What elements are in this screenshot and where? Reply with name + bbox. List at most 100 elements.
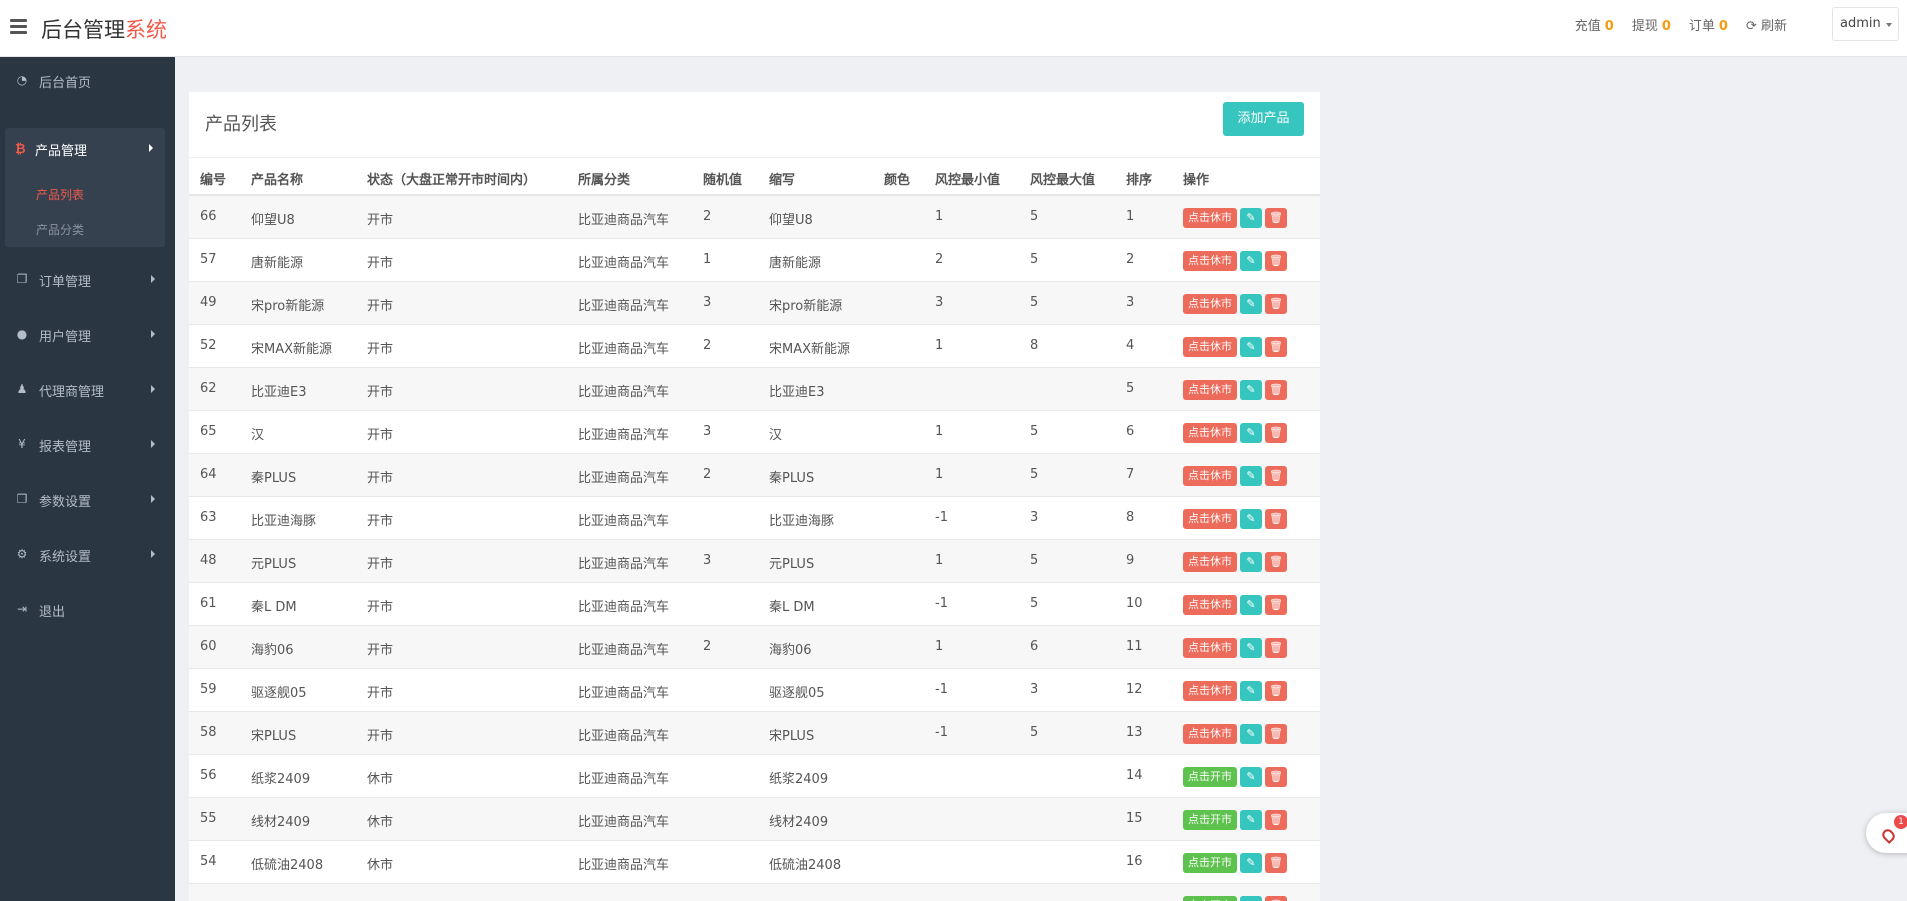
sidebar-subitem-product-category[interactable]: 产品分类 [36,221,84,238]
delete-icon[interactable]: 🗑 [1265,681,1287,701]
delete-icon[interactable]: 🗑 [1265,853,1287,873]
topnav-orders[interactable]: 订单 0 [1689,15,1728,34]
edit-icon[interactable]: ✎ [1240,810,1262,830]
cell-sort: 3 [1126,295,1135,310]
delete-icon[interactable]: 🗑 [1265,423,1287,443]
edit-icon[interactable]: ✎ [1240,896,1262,901]
edit-icon[interactable]: ✎ [1240,724,1262,744]
delete-icon[interactable]: 🗑 [1265,767,1287,787]
cell-abbr: 线材2409 [769,815,829,830]
row-actions: 点击休市 ✎ 🗑 [1183,595,1287,615]
cell-risk-min: -1 [935,682,948,697]
sidebar-item-users[interactable]: ● 用户管理 [0,314,175,354]
sidebar-item-agents[interactable]: ♟ 代理商管理 [0,369,175,409]
table-row: 59 驱逐舰05 开市 比亚迪商品汽车 驱逐舰05 -1 3 12 点击休市 ✎ 🗑 [189,669,1320,712]
close-market-button[interactable]: 点击休市 [1183,337,1237,357]
cell-category: 比亚迪商品汽车 [578,858,670,873]
delete-icon[interactable]: 🗑 [1265,552,1287,572]
cell-category: 比亚迪商品汽车 [578,299,670,314]
sidebar-subitem-product-list[interactable]: 产品列表 [36,186,84,203]
delete-icon[interactable]: 🗑 [1265,810,1287,830]
edit-icon[interactable]: ✎ [1240,208,1262,228]
table-row: 点击开市✎🗑 [189,884,1320,901]
cell-abbr: 汉 [769,428,783,443]
cell-status: 开市 [367,729,394,744]
topnav-withdraw[interactable]: 提现 0 [1632,15,1671,34]
edit-icon[interactable]: ✎ [1240,681,1262,701]
edit-icon[interactable]: ✎ [1240,509,1262,529]
table-row: 52 宋MAX新能源 开市 比亚迪商品汽车 2 宋MAX新能源 1 8 4 点击休市 ✎ 🗑 [189,325,1320,368]
sidebar-item-products[interactable]: ₿ 产品管理 [5,128,165,168]
close-market-button[interactable]: 点击休市 [1183,294,1237,314]
close-market-button[interactable]: 点击休市 [1183,251,1237,271]
delete-icon[interactable]: 🗑 [1265,638,1287,658]
open-market-button[interactable]: 点击开市 [1183,853,1237,873]
edit-icon[interactable]: ✎ [1240,552,1262,572]
col-name: 产品名称 [251,173,304,188]
open-market-button[interactable]: 点击开市 [1183,810,1237,830]
floating-widget[interactable]: 1 [1866,813,1907,853]
edit-icon[interactable]: ✎ [1240,294,1262,314]
edit-icon[interactable]: ✎ [1240,380,1262,400]
close-market-button[interactable]: 点击休市 [1183,552,1237,572]
cell-name: 宋PLUS [251,729,297,744]
cell-risk-max: 3 [1030,510,1039,525]
cell-risk-min: 1 [935,424,944,439]
close-market-button[interactable]: 点击休市 [1183,208,1237,228]
delete-icon[interactable]: 🗑 [1265,251,1287,271]
topnav-recharge[interactable]: 充值 0 [1575,15,1614,34]
edit-icon[interactable]: ✎ [1240,595,1262,615]
edit-icon[interactable]: ✎ [1240,423,1262,443]
refresh-button[interactable]: ⟳ 刷新 [1746,15,1787,34]
edit-icon[interactable]: ✎ [1240,466,1262,486]
edit-icon[interactable]: ✎ [1240,638,1262,658]
delete-icon[interactable]: 🗑 [1265,595,1287,615]
close-market-button[interactable]: 点击休市 [1183,638,1237,658]
delete-icon[interactable]: 🗑 [1265,208,1287,228]
sidebar-item-home[interactable]: ◔ 后台首页 [0,60,175,100]
close-market-button[interactable]: 点击休市 [1183,681,1237,701]
sidebar-item-logout[interactable]: ⇥ 退出 [0,589,175,629]
add-product-button[interactable]: 添加产品 [1223,102,1304,136]
delete-icon[interactable]: 🗑 [1265,294,1287,314]
edit-icon[interactable]: ✎ [1240,767,1262,787]
delete-icon[interactable]: 🗑 [1265,466,1287,486]
user-menu-button[interactable]: admin [1832,7,1899,41]
close-market-button[interactable]: 点击休市 [1183,595,1237,615]
cell-category: 比亚迪商品汽车 [578,815,670,830]
edit-icon[interactable]: ✎ [1240,337,1262,357]
product-list-panel: 产品列表 添加产品 编号 产品名称 状态（大盘正常开市时间内） 所属分类 随机值… [189,92,1320,901]
cell-name: 低硫油2408 [251,858,324,873]
cell-risk-max: 3 [1030,682,1039,697]
delete-icon[interactable]: 🗑 [1265,509,1287,529]
delete-icon[interactable]: 🗑 [1265,380,1287,400]
chevron-right-icon [149,144,153,152]
delete-icon[interactable]: 🗑 [1265,896,1287,901]
sidebar-item-orders[interactable]: ❐ 订单管理 [0,259,175,299]
sidebar-item-system[interactable]: ⚙ 系统设置 [0,534,175,574]
delete-icon[interactable]: 🗑 [1265,337,1287,357]
edit-icon[interactable]: ✎ [1240,251,1262,271]
cell-category: 比亚迪商品汽车 [578,643,670,658]
edit-icon[interactable]: ✎ [1240,853,1262,873]
cell-abbr: 宋MAX新能源 [769,342,851,357]
open-market-button[interactable]: 点击开市 [1183,767,1237,787]
menu-toggle-icon[interactable] [10,19,27,34]
table-row: 55 线材2409 休市 比亚迪商品汽车 线材2409 15 点击开市 ✎ 🗑 [189,798,1320,841]
row-actions: 点击休市 ✎ 🗑 [1183,294,1287,314]
cell-abbr: 仰望U8 [769,213,813,228]
col-abbr: 缩写 [769,173,796,188]
close-market-button[interactable]: 点击休市 [1183,380,1237,400]
cell-sort: 13 [1126,725,1143,740]
delete-icon[interactable]: 🗑 [1265,724,1287,744]
close-market-button[interactable]: 点击休市 [1183,724,1237,744]
close-market-button[interactable]: 点击休市 [1183,423,1237,443]
close-market-button[interactable]: 点击休市 [1183,509,1237,529]
sidebar-item-reports[interactable]: ¥ 报表管理 [0,424,175,464]
close-market-button[interactable]: 点击休市 [1183,466,1237,486]
sidebar-item-params[interactable]: ❐ 参数设置 [0,479,175,519]
cell-sort: 11 [1126,639,1143,654]
page-title: 产品列表 [205,114,277,135]
open-market-button[interactable]: 点击开市 [1183,896,1237,901]
cell-name: 驱逐舰05 [251,686,307,701]
